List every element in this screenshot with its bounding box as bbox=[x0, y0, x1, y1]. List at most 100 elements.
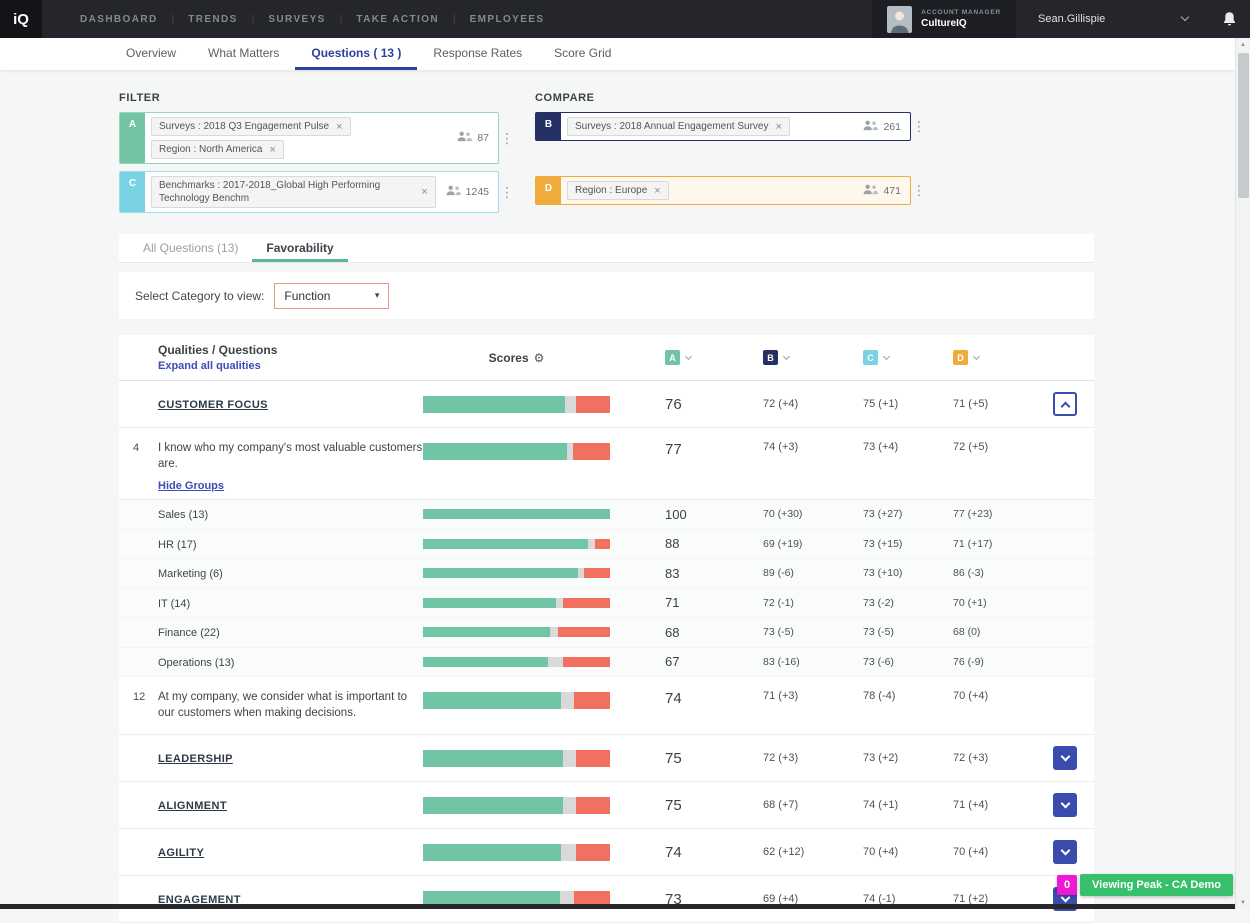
expand-all-qualities-link[interactable]: Expand all qualities bbox=[158, 360, 423, 372]
collapse-quality-button[interactable] bbox=[1053, 392, 1077, 416]
remove-chip-icon[interactable]: × bbox=[421, 186, 427, 198]
tab-what-matters[interactable]: What Matters bbox=[192, 38, 295, 70]
score-a-value: 77 bbox=[610, 441, 763, 458]
favorability-bar bbox=[423, 844, 610, 861]
score-b-value: 73 (-5) bbox=[763, 626, 863, 638]
page-content: FILTER ASurveys : 2018 Q3 Engagement Pul… bbox=[0, 70, 1235, 923]
question-cell: Finance (22) bbox=[119, 623, 423, 641]
filter-card-a: ASurveys : 2018 Q3 Engagement Pulse×Regi… bbox=[119, 112, 499, 164]
card-menu-icon[interactable]: ⋮ bbox=[911, 176, 927, 205]
neutral-segment bbox=[561, 844, 576, 861]
quality-link[interactable]: ALIGNMENT bbox=[158, 800, 227, 812]
tab-questions-13[interactable]: Questions ( 13 ) bbox=[295, 38, 417, 70]
nav-item-trends[interactable]: TRENDS bbox=[174, 14, 252, 25]
chip-label: Region : Europe bbox=[575, 184, 647, 197]
card-menu-icon[interactable]: ⋮ bbox=[911, 112, 927, 141]
score-a-value: 88 bbox=[610, 536, 763, 551]
score-d-value: 72 (+5) bbox=[953, 441, 1053, 453]
score-a-value: 83 bbox=[610, 566, 763, 581]
card-letter-badge-d: D bbox=[536, 177, 561, 204]
column-badge-d: D bbox=[953, 350, 968, 365]
question-cell: ALIGNMENT bbox=[119, 796, 423, 814]
neutral-segment bbox=[556, 598, 563, 608]
bar-cell bbox=[423, 627, 610, 637]
score-d-value: 86 (-3) bbox=[953, 567, 1053, 579]
filter-card-row-d: D Region : Europe × 471 ⋮ bbox=[535, 176, 927, 205]
tab-score-grid[interactable]: Score Grid bbox=[538, 38, 627, 70]
chip-label: Surveys : 2018 Annual Engagement Survey bbox=[575, 120, 768, 133]
expand-quality-button[interactable] bbox=[1053, 793, 1077, 817]
avatar[interactable] bbox=[887, 6, 912, 33]
compare-cards: BSurveys : 2018 Annual Engagement Survey… bbox=[535, 112, 927, 205]
vertical-scrollbar[interactable]: ▲ ▼ bbox=[1235, 38, 1250, 909]
expand-quality-button[interactable] bbox=[1053, 746, 1077, 770]
group-label: HR (17) bbox=[158, 539, 197, 551]
table-row-at-my-company-we-consider-what-is-important-to-our-customers-when-making-decisions: 12 At my company, we consider what is imp… bbox=[119, 677, 1094, 735]
unfavorable-segment bbox=[563, 657, 610, 667]
score-d-value: 76 (-9) bbox=[953, 656, 1053, 668]
nav-item-take-action[interactable]: TAKE ACTION bbox=[342, 14, 453, 25]
table-row-hr-17: HR (17)8869 (+19)73 (+15)71 (+17) bbox=[119, 530, 1094, 560]
question-number: 12 bbox=[133, 691, 145, 703]
score-c-value: 73 (-2) bbox=[863, 597, 953, 609]
quality-link[interactable]: CUSTOMER FOCUS bbox=[158, 399, 268, 411]
scrollbar-thumb[interactable] bbox=[1238, 53, 1249, 198]
favorability-bar bbox=[423, 797, 610, 814]
viewing-peak-demo-button[interactable]: Viewing Peak - CA Demo bbox=[1080, 874, 1233, 896]
people-icon bbox=[863, 120, 878, 134]
score-b-value: 68 (+7) bbox=[763, 799, 863, 811]
subtab-all-questions-13[interactable]: All Questions (13) bbox=[129, 234, 252, 262]
top-navigation: iQ DASHBOARD|TRENDS|SURVEYS|TAKE ACTION|… bbox=[0, 0, 1250, 38]
table-row-it-14: IT (14)7172 (-1)73 (-2)70 (+1) bbox=[119, 589, 1094, 619]
quality-link[interactable]: LEADERSHIP bbox=[158, 753, 233, 765]
column-header-c[interactable]: C bbox=[863, 350, 953, 365]
category-select[interactable]: Function ▾ bbox=[274, 283, 389, 309]
nav-item-dashboard[interactable]: DASHBOARD bbox=[66, 14, 172, 25]
quality-link[interactable]: AGILITY bbox=[158, 847, 204, 859]
score-b-value: 72 (+3) bbox=[763, 752, 863, 764]
card-letter-badge-a: A bbox=[120, 113, 145, 163]
favorability-bar bbox=[423, 443, 610, 460]
score-b-value: 62 (+12) bbox=[763, 846, 863, 858]
score-b-value: 69 (+19) bbox=[763, 538, 863, 550]
scrollbar-down-arrow-icon[interactable]: ▼ bbox=[1236, 896, 1250, 909]
subtab-favorability[interactable]: Favorability bbox=[252, 234, 347, 262]
card-letter-badge-c: C bbox=[120, 172, 145, 212]
remove-chip-icon[interactable]: × bbox=[775, 121, 781, 133]
expand-quality-button[interactable] bbox=[1053, 840, 1077, 864]
scrollbar-up-arrow-icon[interactable]: ▲ bbox=[1236, 38, 1250, 51]
card-menu-icon[interactable]: ⋮ bbox=[499, 112, 515, 164]
nav-item-employees[interactable]: EMPLOYEES bbox=[456, 14, 559, 25]
score-a-value: 100 bbox=[610, 507, 763, 522]
respondent-count-value: 471 bbox=[883, 185, 901, 197]
chevron-up-icon bbox=[1060, 401, 1070, 411]
chevron-cell bbox=[1053, 746, 1094, 770]
unfavorable-segment bbox=[573, 443, 610, 460]
score-b-value: 70 (+30) bbox=[763, 508, 863, 520]
scores-settings-gear-icon[interactable]: ⚙ bbox=[534, 351, 545, 365]
viewport-bottom-edge bbox=[0, 904, 1235, 909]
unfavorable-segment bbox=[595, 539, 610, 549]
card-menu-icon[interactable]: ⋮ bbox=[499, 171, 515, 213]
column-header-a[interactable]: A bbox=[610, 350, 763, 365]
score-c-value: 73 (+27) bbox=[863, 508, 953, 520]
remove-chip-icon[interactable]: × bbox=[336, 121, 342, 133]
remove-chip-icon[interactable]: × bbox=[654, 185, 660, 197]
column-header-d[interactable]: D bbox=[953, 350, 1053, 365]
user-menu[interactable]: Sean.Gillispie bbox=[1038, 13, 1188, 25]
notifications-bell-icon[interactable] bbox=[1212, 11, 1246, 27]
qualities-header-title: Qualities / Questions bbox=[158, 343, 423, 357]
nav-item-surveys[interactable]: SURVEYS bbox=[254, 14, 339, 25]
score-d-value: 70 (+4) bbox=[953, 846, 1053, 858]
app-logo[interactable]: iQ bbox=[0, 0, 42, 38]
column-header-b[interactable]: B bbox=[763, 350, 863, 365]
unfavorable-segment bbox=[576, 750, 610, 767]
question-text: At my company, we consider what is impor… bbox=[158, 690, 423, 721]
tab-overview[interactable]: Overview bbox=[110, 38, 192, 70]
hide-groups-link[interactable]: Hide Groups bbox=[158, 480, 224, 492]
widget-count-badge[interactable]: 0 bbox=[1057, 875, 1077, 895]
tab-response-rates[interactable]: Response Rates bbox=[417, 38, 538, 70]
remove-chip-icon[interactable]: × bbox=[269, 144, 275, 156]
neutral-segment bbox=[563, 797, 576, 814]
main-nav: DASHBOARD|TRENDS|SURVEYS|TAKE ACTION|EMP… bbox=[66, 14, 558, 25]
